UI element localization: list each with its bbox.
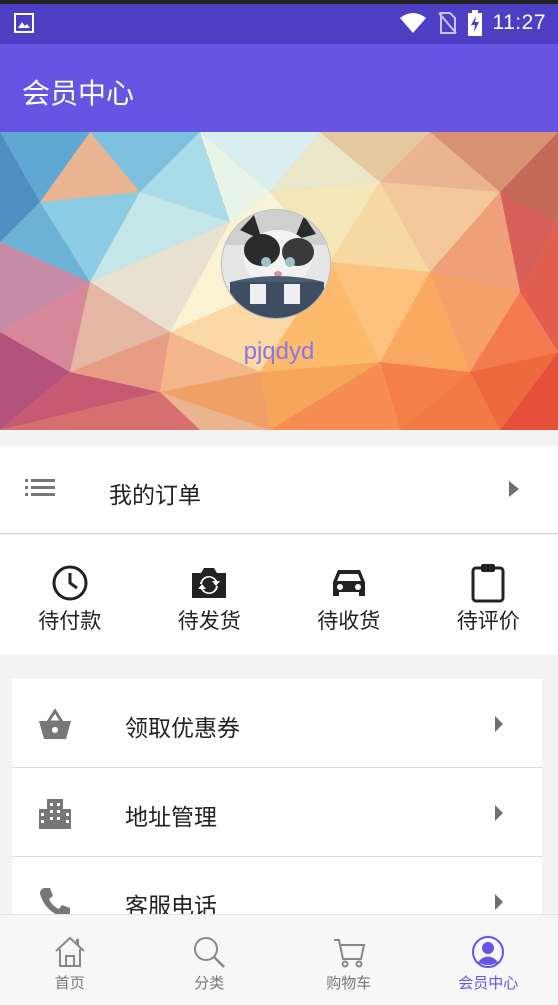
settings-item-customer-service[interactable]: 客服电话 xyxy=(12,857,542,919)
wifi-icon xyxy=(399,13,426,33)
chevron-right-icon xyxy=(495,716,503,732)
avatar[interactable] xyxy=(221,209,331,319)
nav-item-label: 分类 xyxy=(194,974,225,992)
my-orders-label: 我的订单 xyxy=(109,483,201,509)
cart-icon xyxy=(333,939,365,968)
status-time: 11:27 xyxy=(492,11,546,34)
clipboard-icon xyxy=(468,563,508,603)
basket-icon xyxy=(39,708,71,739)
settings-item-coupons[interactable]: 领取优惠券 xyxy=(12,679,542,768)
chevron-right-icon xyxy=(495,805,503,821)
screen: 11:27 会员中心 pjqdyd 我的订单 待付款 待发货 待收货 待评价 领… xyxy=(0,0,558,1005)
no-sim-icon xyxy=(437,12,457,34)
bottom-navigation: 首页 分类 购物车 会员中心 xyxy=(0,914,558,1005)
status-icons: 11:27 xyxy=(399,8,547,38)
chevron-right-icon xyxy=(495,894,503,910)
status-bar-edge xyxy=(0,0,558,4)
settings-item-label: 地址管理 xyxy=(125,805,217,831)
cat-avatar-image xyxy=(222,210,330,318)
camera-icon xyxy=(189,563,229,603)
battery-charging-icon xyxy=(467,10,482,36)
settings-item-address[interactable]: 地址管理 xyxy=(12,768,542,857)
order-status-label: 待发货 xyxy=(177,609,241,633)
order-status-pending-receipt[interactable]: 待收货 xyxy=(279,535,419,655)
person-icon xyxy=(472,936,505,968)
nav-item-label: 会员中心 xyxy=(458,974,519,992)
order-status-label: 待收货 xyxy=(317,609,381,633)
building-icon xyxy=(39,799,71,829)
username: pjqdyd xyxy=(243,338,315,365)
order-status-pending-payment[interactable]: 待付款 xyxy=(0,535,140,655)
nav-item-label: 首页 xyxy=(54,974,85,992)
order-status-grid: 待付款 待发货 待收货 待评价 xyxy=(0,535,558,655)
settings-list: 领取优惠券 地址管理 客服电话 xyxy=(12,679,542,919)
order-status-label: 待评价 xyxy=(456,609,520,633)
page-title: 会员中心 xyxy=(22,77,135,110)
image-notification-icon xyxy=(14,13,34,33)
nav-item-label: 购物车 xyxy=(326,974,372,992)
nav-item-cart[interactable]: 购物车 xyxy=(279,915,419,1005)
clock-icon xyxy=(50,563,90,603)
nav-item-home[interactable]: 首页 xyxy=(0,915,140,1005)
car-icon xyxy=(329,563,369,603)
home-icon xyxy=(55,936,85,967)
status-bar: 11:27 xyxy=(0,0,558,44)
settings-item-label: 领取优惠券 xyxy=(125,716,240,742)
order-status-pending-review[interactable]: 待评价 xyxy=(419,535,558,655)
nav-item-member-center[interactable]: 会员中心 xyxy=(419,915,558,1005)
chevron-right-icon xyxy=(509,481,519,497)
app-bar: 会员中心 xyxy=(0,44,558,132)
list-icon xyxy=(25,479,55,496)
nav-item-category[interactable]: 分类 xyxy=(140,915,280,1005)
search-icon xyxy=(194,937,226,968)
my-orders-row[interactable]: 我的订单 xyxy=(0,446,558,534)
order-status-pending-shipment[interactable]: 待发货 xyxy=(140,535,280,655)
order-status-label: 待付款 xyxy=(38,609,102,633)
